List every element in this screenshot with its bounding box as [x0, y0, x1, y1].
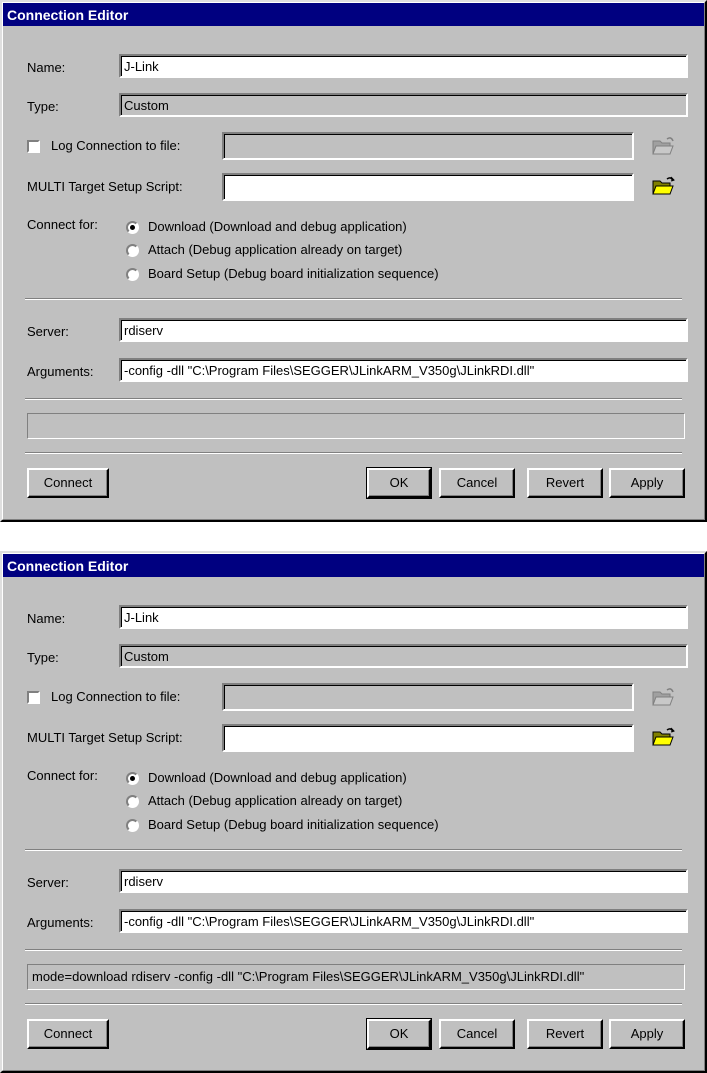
separator [25, 1003, 682, 1005]
separator [25, 949, 682, 951]
name-field[interactable]: J-Link [119, 605, 688, 629]
ok-button[interactable]: OK [366, 467, 432, 499]
separator [25, 452, 682, 454]
folder-open-icon[interactable] [652, 727, 676, 747]
connection-editor-dialog: Connection Editor Name: J-Link Type: Cus… [0, 0, 707, 522]
target-setup-script-field[interactable] [222, 724, 634, 752]
radio-board-setup-label[interactable]: Board Setup (Debug board initialization … [148, 817, 439, 832]
arguments-value: -config -dll "C:\Program Files\SEGGER\JL… [124, 363, 535, 378]
connect-button[interactable]: Connect [27, 468, 109, 498]
name-field[interactable]: J-Link [119, 54, 688, 78]
arguments-value: -config -dll "C:\Program Files\SEGGER\JL… [124, 914, 535, 929]
radio-attach-label[interactable]: Attach (Debug application already on tar… [148, 793, 402, 808]
log-connection-label[interactable]: Log Connection to file: [51, 689, 180, 704]
connect-button[interactable]: Connect [27, 1019, 109, 1049]
server-value: rdiserv [124, 323, 164, 338]
command-preview-text: mode=download rdiserv -config -dll "C:\P… [32, 969, 585, 984]
arguments-field[interactable]: -config -dll "C:\Program Files\SEGGER\JL… [119, 358, 688, 382]
server-field[interactable]: rdiserv [119, 318, 688, 342]
radio-download[interactable] [126, 221, 139, 234]
target-setup-script-label: MULTI Target Setup Script: [27, 179, 183, 194]
connect-for-label: Connect for: [27, 768, 98, 783]
radio-attach-label[interactable]: Attach (Debug application already on tar… [148, 242, 402, 257]
radio-attach[interactable] [126, 244, 139, 257]
type-field: Custom [119, 644, 688, 668]
command-preview [27, 413, 685, 439]
type-value: Custom [124, 649, 169, 664]
log-file-field [222, 683, 634, 711]
log-connection-label[interactable]: Log Connection to file: [51, 138, 180, 153]
command-preview: mode=download rdiserv -config -dll "C:\P… [27, 964, 685, 990]
type-label: Type: [27, 650, 59, 665]
server-label: Server: [27, 324, 69, 339]
cancel-button[interactable]: Cancel [439, 468, 515, 498]
separator [25, 298, 682, 300]
name-value: J-Link [124, 610, 159, 625]
radio-board-setup[interactable] [126, 268, 139, 281]
log-connection-checkbox[interactable] [27, 691, 40, 704]
cancel-button[interactable]: Cancel [439, 1019, 515, 1049]
name-value: J-Link [124, 59, 159, 74]
target-setup-script-label: MULTI Target Setup Script: [27, 730, 183, 745]
arguments-field[interactable]: -config -dll "C:\Program Files\SEGGER\JL… [119, 909, 688, 933]
log-connection-checkbox[interactable] [27, 140, 40, 153]
server-value: rdiserv [124, 874, 164, 889]
dialog-title: Connection Editor [7, 7, 129, 23]
separator [25, 849, 682, 851]
folder-open-icon [652, 688, 674, 706]
apply-button[interactable]: Apply [609, 468, 685, 498]
separator [25, 398, 682, 400]
title-bar[interactable]: Connection Editor [3, 3, 704, 26]
folder-open-icon[interactable] [652, 176, 676, 196]
radio-attach[interactable] [126, 795, 139, 808]
radio-board-setup-label[interactable]: Board Setup (Debug board initialization … [148, 266, 439, 281]
revert-button[interactable]: Revert [527, 468, 603, 498]
apply-button[interactable]: Apply [609, 1019, 685, 1049]
server-label: Server: [27, 875, 69, 890]
revert-button[interactable]: Revert [527, 1019, 603, 1049]
title-bar[interactable]: Connection Editor [3, 554, 704, 577]
radio-download-label[interactable]: Download (Download and debug application… [148, 770, 407, 785]
arguments-label: Arguments: [27, 364, 94, 379]
type-label: Type: [27, 99, 59, 114]
radio-download[interactable] [126, 772, 139, 785]
radio-download-label[interactable]: Download (Download and debug application… [148, 219, 407, 234]
name-label: Name: [27, 611, 66, 626]
dialog-title: Connection Editor [7, 558, 129, 574]
type-field: Custom [119, 93, 688, 117]
radio-board-setup[interactable] [126, 819, 139, 832]
log-file-field [222, 132, 634, 160]
target-setup-script-field[interactable] [222, 173, 634, 201]
connect-for-label: Connect for: [27, 217, 98, 232]
ok-button[interactable]: OK [366, 1018, 432, 1050]
server-field[interactable]: rdiserv [119, 869, 688, 893]
connection-editor-dialog: Connection Editor Name: J-Link Type: Cus… [0, 551, 707, 1073]
folder-open-icon [652, 137, 674, 155]
type-value: Custom [124, 98, 169, 113]
arguments-label: Arguments: [27, 915, 94, 930]
name-label: Name: [27, 60, 66, 75]
